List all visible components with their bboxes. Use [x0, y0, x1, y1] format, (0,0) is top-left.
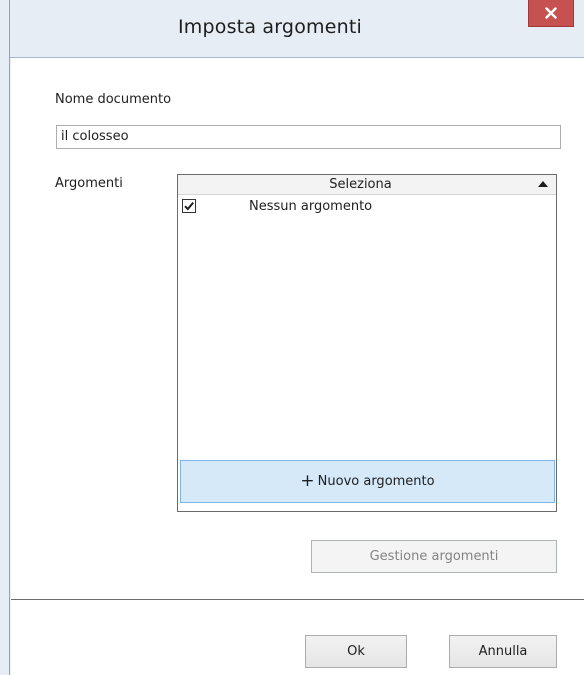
- title-bar[interactable]: Imposta argomenti: [10, 0, 584, 58]
- cancel-button[interactable]: Annulla: [449, 635, 557, 668]
- window-frame: [0, 0, 10, 675]
- topic-label: Nessun argomento: [249, 199, 373, 214]
- sort-ascending-icon: [538, 181, 548, 187]
- dialog-content: Nome documento il colosseo Argomenti Sel…: [11, 58, 584, 675]
- new-topic-label: Nuovo argomento: [317, 474, 435, 489]
- document-name-field[interactable]: il colosseo: [56, 125, 561, 149]
- document-name-label: Nome documento: [55, 92, 172, 107]
- check-icon: [184, 201, 194, 211]
- close-icon: [545, 7, 557, 19]
- topics-grid[interactable]: Seleziona Nessun argomento + Nuovo argom…: [177, 174, 557, 512]
- window-title: Imposta argomenti: [177, 16, 362, 38]
- topics-label: Argomenti: [55, 176, 123, 191]
- plus-icon: +: [300, 471, 315, 491]
- topic-checkbox[interactable]: [182, 199, 196, 213]
- dialog-footer: Ok Annulla: [11, 600, 584, 675]
- new-topic-button[interactable]: + Nuovo argomento: [180, 460, 555, 503]
- grid-header[interactable]: Seleziona: [178, 175, 556, 195]
- column-header-seleziona: Seleziona: [329, 177, 392, 192]
- manage-topics-button[interactable]: Gestione argomenti: [311, 540, 557, 573]
- dialog-window: Imposta argomenti Nome documento il colo…: [0, 0, 584, 675]
- close-button[interactable]: [528, 0, 574, 27]
- ok-button[interactable]: Ok: [305, 635, 407, 668]
- list-item[interactable]: Nessun argomento: [178, 196, 556, 218]
